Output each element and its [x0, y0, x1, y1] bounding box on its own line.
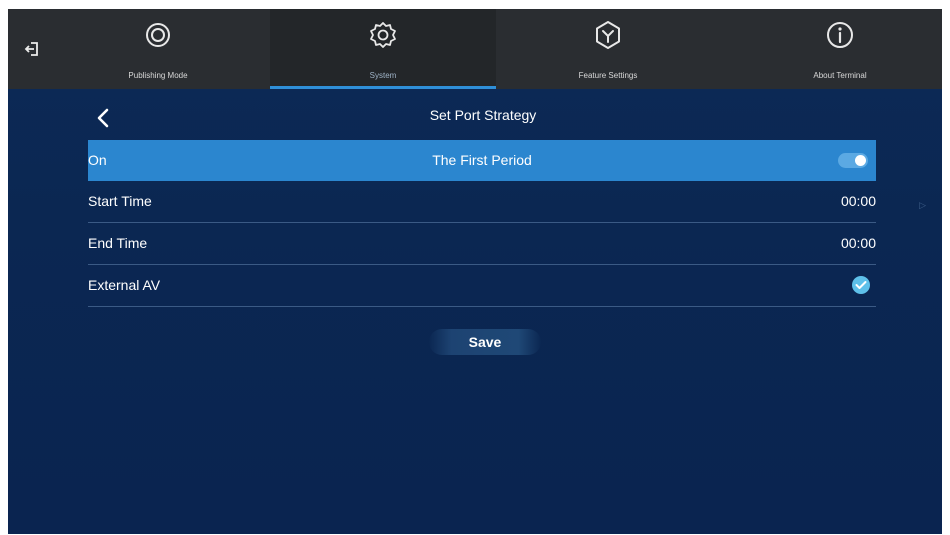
check-icon	[855, 281, 867, 289]
period-title: The First Period	[432, 152, 532, 168]
end-time-row[interactable]: End Time 00:00	[88, 223, 876, 265]
end-time-label: End Time	[88, 235, 148, 251]
app-screen: Publishing Mode System Feature Settings	[8, 9, 942, 534]
scroll-hint-icon: ▷	[919, 200, 926, 210]
tab-label: Feature Settings	[578, 71, 638, 80]
period-row[interactable]: On The First Period	[88, 140, 876, 181]
page-title: Set Port Strategy	[429, 107, 537, 123]
page-header: Set Port Strategy	[88, 97, 878, 137]
info-icon	[827, 22, 853, 48]
gear-icon	[370, 22, 396, 48]
start-time-value[interactable]: 00:00	[841, 193, 876, 209]
period-toggle[interactable]	[838, 153, 868, 168]
tab-feature-settings[interactable]: Feature Settings	[518, 9, 698, 89]
exit-icon	[24, 42, 38, 56]
external-av-label: External AV	[88, 277, 161, 293]
tab-system[interactable]: System	[270, 9, 496, 89]
external-av-row[interactable]: External AV	[88, 265, 876, 307]
publishing-mode-icon	[146, 23, 170, 47]
tab-about-terminal[interactable]: About Terminal	[750, 9, 930, 89]
top-navigation-bar: Publishing Mode System Feature Settings	[8, 9, 942, 89]
feature-settings-icon	[596, 21, 620, 49]
active-tab-indicator	[270, 86, 496, 89]
tab-label: About Terminal	[813, 71, 867, 80]
tab-label: System	[369, 71, 397, 80]
start-time-row[interactable]: Start Time 00:00	[88, 181, 876, 223]
toggle-knob	[855, 155, 866, 166]
tab-publishing-mode[interactable]: Publishing Mode	[68, 9, 248, 89]
end-time-value[interactable]: 00:00	[841, 235, 876, 251]
save-button[interactable]: Save	[429, 329, 541, 355]
tab-label: Publishing Mode	[128, 71, 188, 80]
external-av-checkbox[interactable]	[852, 276, 870, 294]
start-time-label: Start Time	[88, 193, 152, 209]
exit-button[interactable]	[8, 9, 56, 89]
